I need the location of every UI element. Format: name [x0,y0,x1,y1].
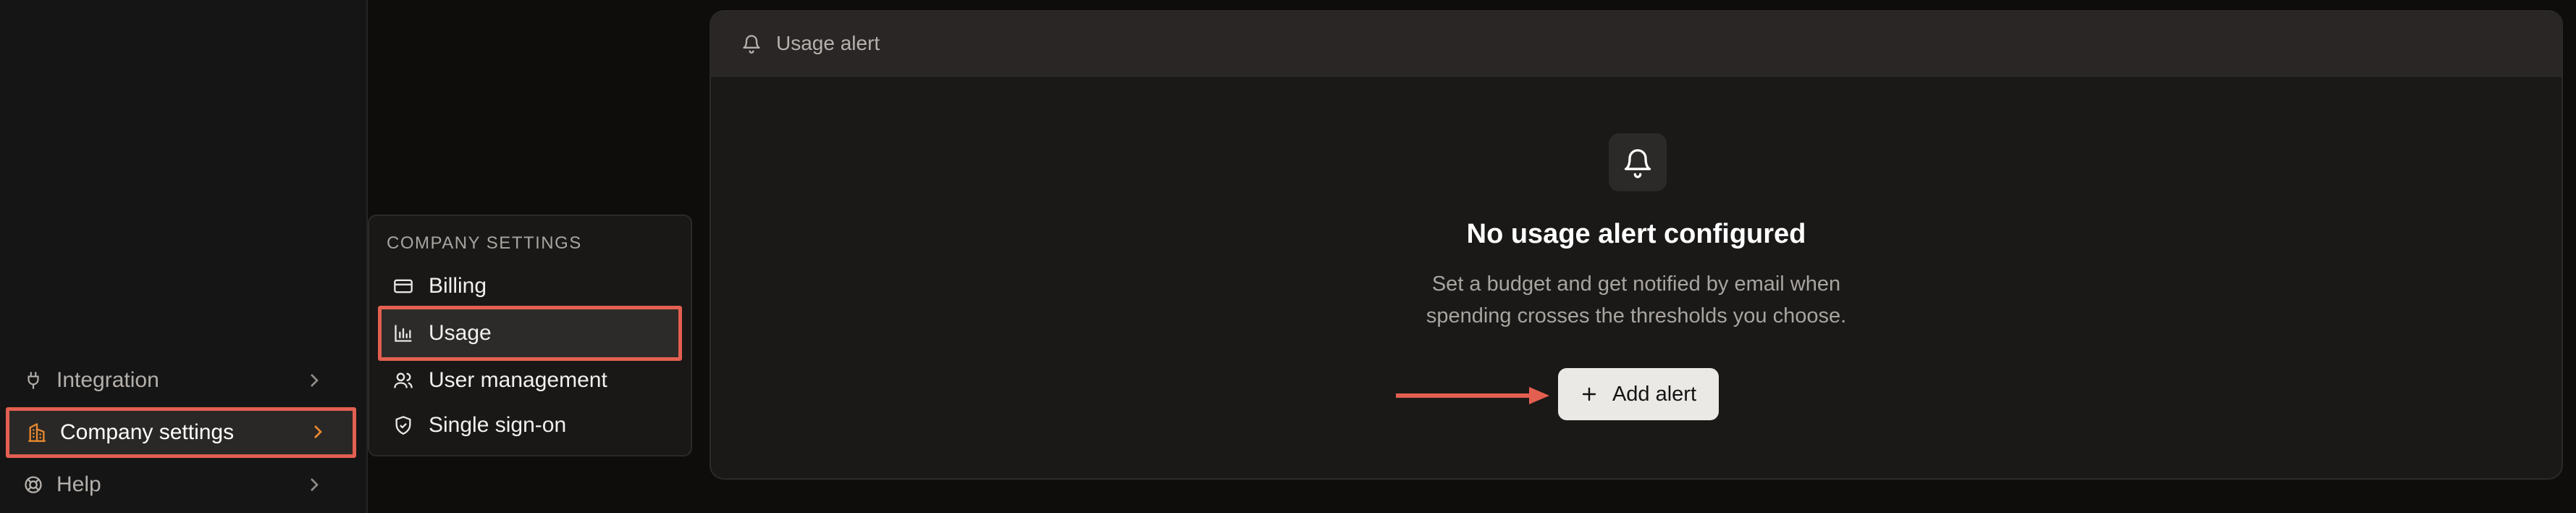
empty-state-title: No usage alert configured [1466,219,1806,249]
submenu-item-label: Usage [429,321,492,345]
submenu-item-label: Billing [429,274,487,298]
sidebar-item-label: Integration [56,368,159,392]
credit-card-icon [392,275,414,297]
bar-chart-icon [392,322,414,344]
empty-state-bell [1609,133,1667,191]
shield-check-icon [392,414,414,436]
company-settings-submenu: COMPANY SETTINGS Billing Usage User mana… [368,214,692,456]
submenu-item-label: Single sign-on [429,413,567,437]
sidebar-item-label: Help [56,472,101,496]
add-alert-button[interactable]: Add alert [1558,368,1719,420]
empty-state-description: Set a budget and get notified by email w… [711,268,2562,332]
chevron-right-icon [314,425,322,438]
usage-alert-panel: Usage alert No usage alert configured Se… [710,10,2563,480]
panel-title: Usage alert [776,32,880,54]
submenu-item-billing[interactable]: Billing [378,264,682,309]
building-icon [25,421,49,444]
sidebar-item-help[interactable]: Help [0,459,362,510]
sidebar: Integration Company settings Help [0,0,368,513]
users-icon [392,370,414,391]
panel-header: Usage alert [711,12,2562,77]
chevron-right-icon [311,374,319,387]
submenu-item-label: User management [429,368,607,392]
sidebar-item-integration[interactable]: Integration [0,355,362,406]
submenu-item-single-sign-on[interactable]: Single sign-on [378,403,682,448]
plus-icon [1580,385,1599,404]
chevron-right-icon [311,478,319,491]
sidebar-item-company-settings[interactable]: Company settings [6,407,356,458]
submenu-heading: COMPANY SETTINGS [387,233,582,253]
bell-icon [741,33,763,54]
lifebuoy-icon [22,473,45,496]
plug-icon [22,369,45,392]
annotation-arrow-icon [1396,387,1549,404]
submenu-item-usage[interactable]: Usage [378,306,682,361]
bell-icon [1624,149,1651,178]
description-line: Set a budget and get notified by email w… [1431,272,1841,296]
submenu-item-user-management[interactable]: User management [378,358,682,403]
add-alert-label: Add alert [1612,382,1697,406]
sidebar-item-label: Company settings [60,420,235,444]
description-line: spending crosses the thresholds you choo… [1426,304,1847,328]
